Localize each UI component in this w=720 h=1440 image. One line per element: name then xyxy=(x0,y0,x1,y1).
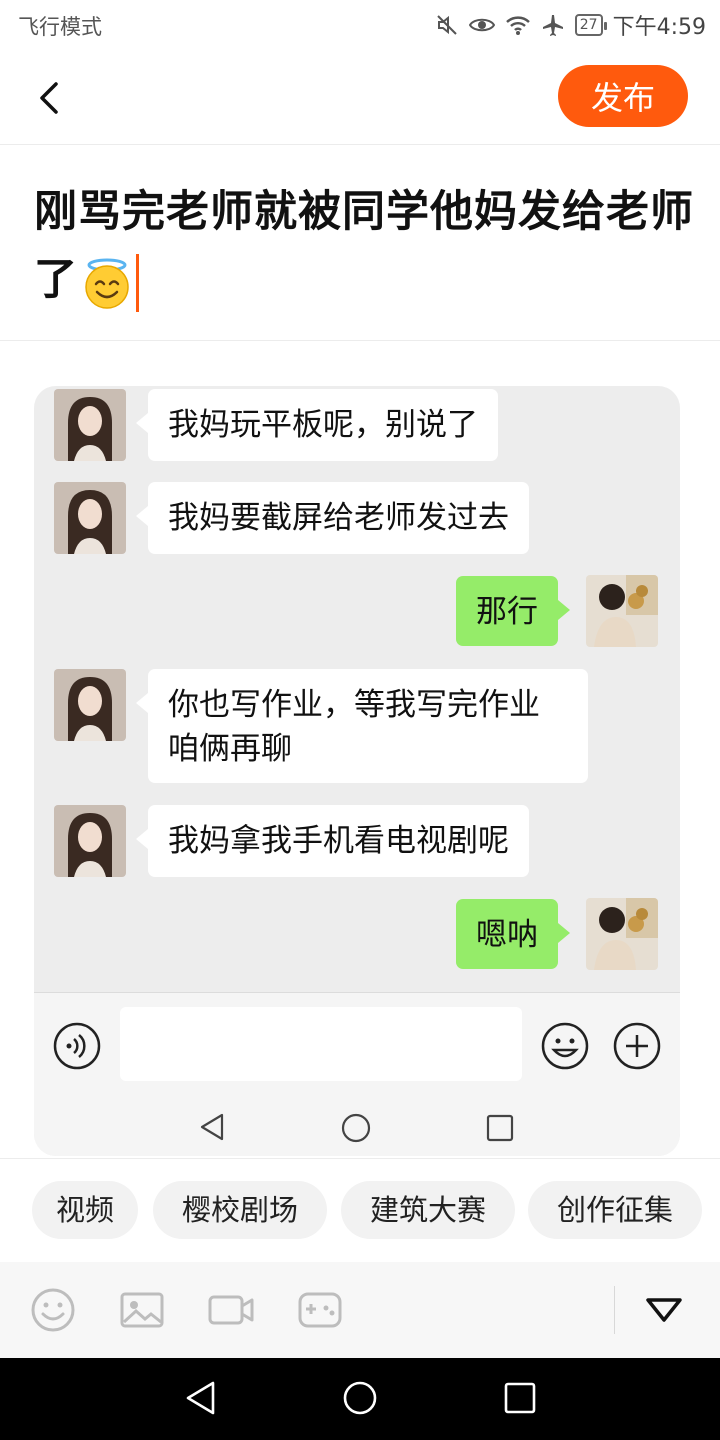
divider xyxy=(0,340,720,341)
video-icon[interactable] xyxy=(207,1286,255,1334)
publish-button[interactable]: 发布 xyxy=(558,65,688,127)
plus-icon xyxy=(613,1022,661,1070)
text-cursor xyxy=(136,253,139,312)
back-arrow-icon[interactable] xyxy=(30,78,70,118)
eye-icon xyxy=(468,18,495,32)
message-bubble-sent: 嗯呐 xyxy=(456,899,570,969)
recents-square-icon xyxy=(486,1114,514,1142)
self-avatar xyxy=(586,575,658,647)
friend-avatar xyxy=(54,805,126,877)
status-bar: 飞行模式 27 下午4:59 xyxy=(0,0,720,50)
emoji-icon xyxy=(541,1022,589,1070)
nav-home-icon[interactable] xyxy=(342,1380,378,1416)
chat-screenshot-image: 我妈玩平板呢，别说了 我妈要截屏给老师发过去 那行 你也写作业，等我写完作业咱俩… xyxy=(34,386,680,1156)
nav-recents-icon[interactable] xyxy=(504,1382,536,1414)
tag-sakura-theater[interactable]: 樱校剧场 xyxy=(153,1181,327,1239)
message-bubble-received: 我妈拿我手机看电视剧呢 xyxy=(136,805,529,877)
toolbar-divider xyxy=(614,1286,615,1334)
tag-building-contest[interactable]: 建筑大赛 xyxy=(341,1181,515,1239)
home-circle-icon xyxy=(341,1113,371,1143)
chat-input-bar xyxy=(34,992,680,1097)
friend-avatar xyxy=(54,482,126,554)
tag-video[interactable]: 视频 xyxy=(32,1181,138,1239)
message-bubble-sent: 那行 xyxy=(456,576,570,646)
wifi-icon xyxy=(505,16,530,35)
airplane-mode-label: 飞行模式 xyxy=(18,15,102,39)
screenshot-nav-bar xyxy=(34,1096,680,1156)
battery-icon: 27 xyxy=(574,14,607,36)
airplane-icon xyxy=(542,15,563,36)
smiling-halo-emoji-icon xyxy=(85,258,129,309)
message-bubble-received: 我妈要截屏给老师发过去 xyxy=(136,482,529,554)
self-avatar xyxy=(586,898,658,970)
header: 发布 xyxy=(0,50,720,145)
chat-text-input xyxy=(120,1007,522,1081)
emoji-icon[interactable] xyxy=(29,1286,77,1334)
tag-creation-call[interactable]: 创作征集 xyxy=(528,1181,702,1239)
friend-avatar xyxy=(54,669,126,741)
topic-tags-row: 视频 樱校剧场 建筑大赛 创作征集 xyxy=(0,1158,720,1263)
post-title[interactable]: 刚骂完老师就被同学他妈发给老师了 xyxy=(34,178,694,314)
editor-toolbar xyxy=(0,1262,720,1358)
friend-avatar xyxy=(54,389,126,461)
image-icon[interactable] xyxy=(118,1286,166,1334)
collapse-icon[interactable] xyxy=(640,1286,688,1334)
mute-icon xyxy=(437,15,457,35)
message-bubble-received: 我妈玩平板呢，别说了 xyxy=(136,389,498,461)
nav-back-icon[interactable] xyxy=(184,1380,218,1416)
message-bubble-received: 你也写作业，等我写完作业咱俩再聊 xyxy=(136,669,588,783)
system-nav-bar xyxy=(0,1358,720,1440)
game-icon[interactable] xyxy=(296,1286,344,1334)
voice-icon xyxy=(53,1022,101,1070)
clock: 下午4:59 xyxy=(612,15,706,40)
back-triangle-icon xyxy=(200,1113,224,1141)
